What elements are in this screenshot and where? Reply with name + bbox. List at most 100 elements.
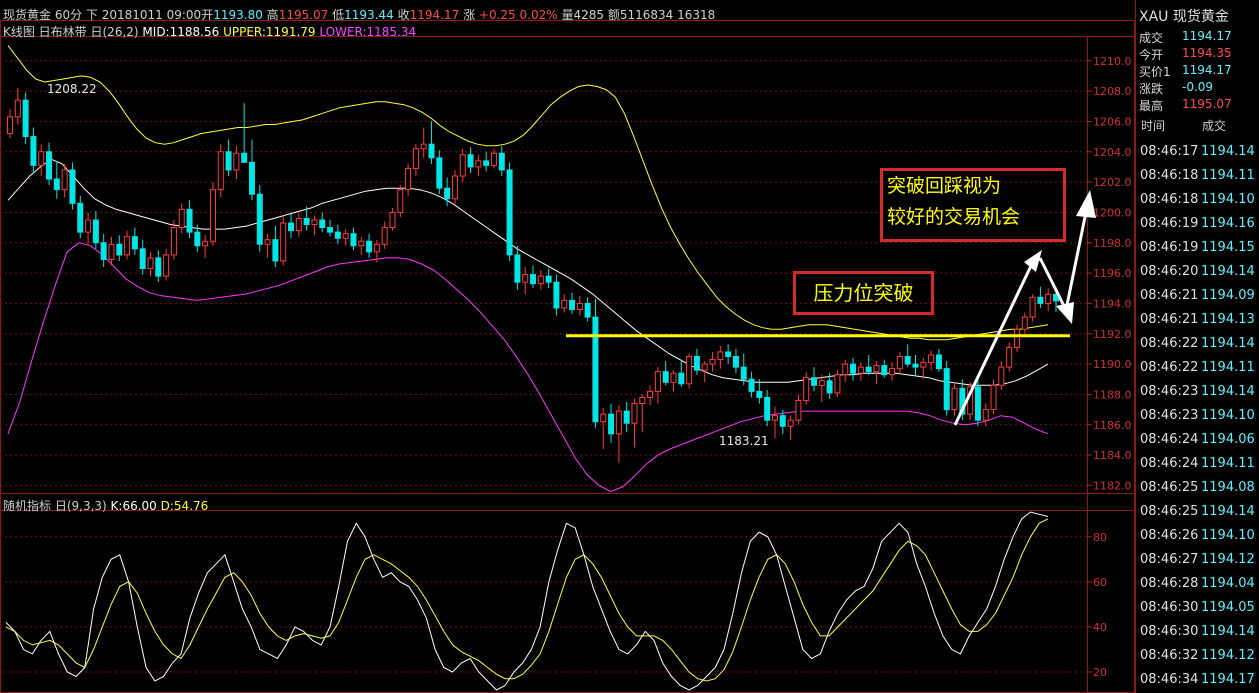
candle-body: [795, 399, 802, 421]
tick-time: 08:46:17: [1140, 144, 1199, 159]
tick-row[interactable]: 08:46:21 1194.13: [1138, 309, 1259, 333]
candle-body: [303, 217, 310, 226]
low-value: 1193.44: [344, 8, 394, 22]
tick-time: 08:46:32: [1140, 648, 1199, 663]
kdj-tick-label: 80: [1093, 531, 1107, 544]
candle-body: [1037, 296, 1044, 304]
quote-row: 今开 1194.35: [1138, 44, 1259, 62]
candle-body: [53, 178, 60, 191]
tick-row[interactable]: 08:46:22 1194.14: [1138, 333, 1259, 357]
tick-row[interactable]: 08:46:26 1194.10: [1138, 525, 1259, 549]
candle-body: [756, 390, 763, 398]
tick-row[interactable]: 08:46:17 1194.14: [1138, 141, 1259, 165]
candle-body: [319, 219, 326, 229]
tick-row[interactable]: 08:46:32 1194.12: [1138, 645, 1259, 669]
candle-body: [61, 169, 68, 191]
tick-time: 08:46:30: [1140, 600, 1199, 615]
tick-row[interactable]: 08:46:30 1194.14: [1138, 621, 1259, 645]
candle-body: [506, 169, 513, 256]
candle-body: [389, 211, 396, 229]
tick-time: 08:46:24: [1140, 456, 1199, 471]
tick-price: 1194.11: [1201, 168, 1255, 183]
open-label: 开: [201, 8, 214, 22]
tick-row[interactable]: 08:46:28 1194.04: [1138, 573, 1259, 597]
candle-body: [327, 227, 334, 233]
candle-body: [475, 160, 482, 168]
high-marker: 1208.22: [47, 82, 97, 96]
tick-row[interactable]: 08:46:19 1194.15: [1138, 237, 1259, 261]
tick-row[interactable]: 08:46:23 1194.10: [1138, 405, 1259, 429]
low-marker: 1183.21: [719, 434, 769, 448]
candle-body: [764, 396, 771, 421]
tick-time: 08:46:20: [1140, 264, 1199, 279]
tick-time: 08:46:27: [1140, 552, 1199, 567]
tick-time: 08:46:23: [1140, 384, 1199, 399]
candle-body: [974, 386, 981, 421]
candle-body: [951, 387, 958, 411]
tick-row[interactable]: 08:46:20 1194.14: [1138, 261, 1259, 285]
tick-price: 1194.12: [1201, 552, 1255, 567]
candle-body: [248, 161, 255, 195]
candle-body: [334, 231, 341, 239]
candle-body: [342, 233, 349, 239]
candle-body: [740, 366, 747, 380]
tick-time: 08:46:28: [1140, 576, 1199, 591]
quote-row: 买价1 1194.17: [1138, 61, 1259, 79]
candle-body: [451, 175, 458, 200]
candle-body: [264, 239, 271, 245]
tick-row[interactable]: 08:46:24 1194.06: [1138, 429, 1259, 453]
trade-callout-line2: 较好的交易机会: [887, 206, 1021, 228]
price-tick-label: 1188.0: [1093, 388, 1132, 401]
tick-row[interactable]: 08:46:18 1194.10: [1138, 189, 1259, 213]
tick-row[interactable]: 08:46:25 1194.14: [1138, 501, 1259, 525]
candle-body: [654, 371, 661, 392]
candle-body: [865, 366, 872, 373]
candle-body: [608, 413, 615, 435]
price-tick-label: 1208.0: [1093, 85, 1132, 98]
candle-body: [537, 275, 544, 285]
candle-body: [295, 217, 302, 232]
candle-body: [280, 222, 287, 262]
candle-body: [467, 154, 474, 168]
tick-row[interactable]: 08:46:18 1194.11: [1138, 165, 1259, 189]
candle-body: [420, 143, 427, 150]
candle-body: [811, 377, 818, 386]
candle-body: [139, 248, 146, 270]
candle-body: [717, 351, 724, 361]
tick-row[interactable]: 08:46:23 1194.14: [1138, 381, 1259, 405]
tick-row[interactable]: 08:46:34 1194.17: [1138, 669, 1259, 693]
candle-body: [881, 365, 888, 376]
candle-body: [935, 354, 942, 370]
candle-body: [233, 152, 240, 171]
candle-body: [928, 354, 935, 364]
tick-row[interactable]: 08:46:22 1194.11: [1138, 357, 1259, 381]
resistance-callout: 压力位突破: [793, 271, 934, 315]
candle-body: [350, 233, 357, 247]
candle-body: [38, 151, 45, 166]
quote-row-value: 1194.17: [1182, 29, 1232, 43]
resistance-callout-text: 压力位突破: [813, 281, 914, 305]
tick-row[interactable]: 08:46:30 1194.05: [1138, 597, 1259, 621]
candle-body: [85, 219, 92, 233]
tick-price: 1194.14: [1201, 624, 1255, 639]
candle-body: [108, 243, 115, 260]
price-tick-label: 1190.0: [1093, 358, 1132, 371]
tick-row[interactable]: 08:46:19 1194.16: [1138, 213, 1259, 237]
candle-body: [131, 236, 138, 250]
candle-body: [592, 316, 599, 423]
candle-body: [436, 157, 443, 189]
tick-row[interactable]: 08:46:27 1194.12: [1138, 549, 1259, 573]
tick-row[interactable]: 08:46:21 1194.09: [1138, 285, 1259, 309]
trade-callout: 突破回踩视为 较好的交易机会: [880, 168, 1066, 242]
candle-body: [459, 154, 466, 177]
tick-row[interactable]: 08:46:25 1194.08: [1138, 477, 1259, 501]
candle-body: [272, 239, 279, 262]
candle-body: [787, 419, 794, 427]
tick-price: 1194.04: [1201, 576, 1255, 591]
tick-row[interactable]: 08:46:24 1194.11: [1138, 453, 1259, 477]
candle-body: [288, 222, 295, 232]
tick-time: 08:46:19: [1140, 240, 1199, 255]
candle-body: [818, 380, 825, 386]
indicator-name: K线图 日布林带 日(26,2): [3, 25, 139, 39]
tick-time: 08:46:34: [1140, 672, 1199, 687]
